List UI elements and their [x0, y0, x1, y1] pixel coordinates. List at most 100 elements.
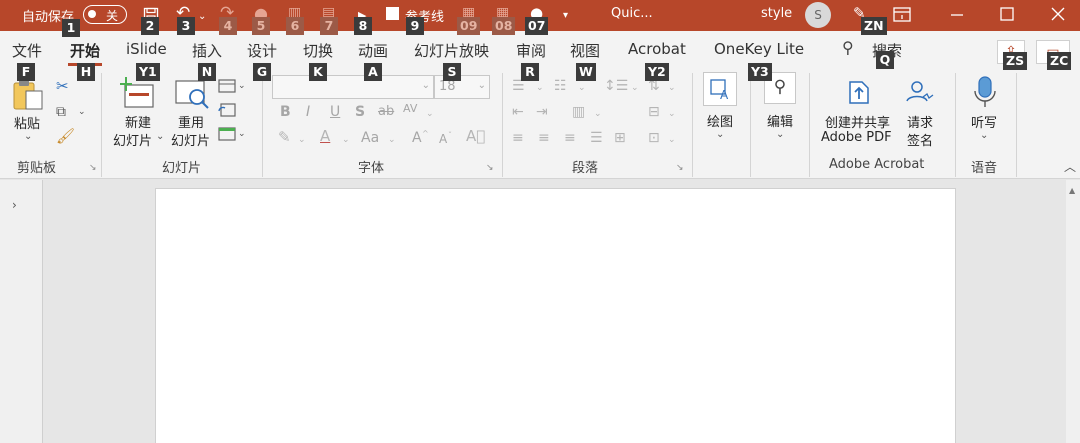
ribbon-display-icon[interactable]	[893, 7, 911, 25]
section-dropdown-icon[interactable]: ⌄	[238, 127, 246, 141]
decrease-indent-icon[interactable]: ⇤	[512, 105, 524, 119]
paragraph-launcher-icon[interactable]: ↘	[676, 163, 684, 173]
user-avatar[interactable]: S	[805, 2, 831, 28]
tab-slideshow[interactable]: 幻灯片放映	[414, 40, 489, 61]
copy-icon[interactable]: ⧉	[56, 105, 66, 119]
shrink-font-button[interactable]: A	[439, 132, 447, 146]
align-text-icon[interactable]: ⊟	[648, 105, 660, 119]
reuse-slide-label-2[interactable]: 幻灯片	[171, 130, 210, 149]
align-right-icon[interactable]: ≡	[564, 131, 576, 145]
microphone-icon[interactable]	[972, 75, 998, 112]
text-direction-dropdown-icon[interactable]: ⌄	[668, 81, 676, 95]
highlight-dropdown-icon[interactable]: ⌄	[298, 133, 306, 147]
maximize-icon[interactable]	[1000, 7, 1014, 24]
reuse-slides-icon[interactable]	[175, 77, 211, 112]
strikethrough-button[interactable]: ab	[378, 104, 394, 119]
section-icon[interactable]	[218, 127, 236, 144]
document-title[interactable]: Quic...	[611, 6, 653, 21]
new-slide-label-1[interactable]: 新建	[125, 112, 151, 131]
create-share-label-2[interactable]: Adobe PDF	[821, 130, 892, 145]
smartart-dropdown-icon[interactable]: ⌄	[668, 133, 676, 147]
search-icon[interactable]: ⚲	[842, 40, 854, 56]
smartart-icon[interactable]: ⊡	[648, 131, 660, 145]
format-painter-icon[interactable]: 🖌	[56, 129, 75, 144]
tab-file[interactable]: 文件	[12, 40, 42, 61]
scroll-up-icon[interactable]: ▲	[1069, 184, 1075, 198]
increase-indent-icon[interactable]: ⇥	[536, 105, 548, 119]
copy-dropdown-icon[interactable]: ⌄	[78, 105, 86, 119]
line-spacing-dropdown-icon[interactable]: ⌄	[631, 81, 639, 95]
close-icon[interactable]	[1051, 7, 1065, 24]
change-case-button[interactable]: Aa	[361, 130, 379, 146]
customize-toolbar-icon[interactable]: ▾	[563, 8, 568, 23]
underline-button[interactable]: U	[330, 104, 340, 120]
font-name-select[interactable]: ⌄	[272, 75, 434, 99]
layout-icon[interactable]	[218, 79, 236, 96]
align-left-icon[interactable]: ≡	[512, 131, 524, 145]
minimize-icon[interactable]	[950, 8, 964, 25]
columns-dropdown-icon[interactable]: ⌄	[594, 107, 602, 121]
tab-design[interactable]: 设计	[247, 40, 277, 61]
dictate-dropdown-icon[interactable]: ⌄	[980, 130, 988, 141]
new-slide-dropdown-icon[interactable]: ⌄	[156, 131, 164, 142]
drawing-dropdown-icon[interactable]: ⌄	[716, 129, 724, 140]
autosave-toggle[interactable]: 关	[83, 5, 127, 24]
font-color-icon[interactable]: A	[320, 129, 330, 144]
bullets-icon[interactable]: ☰	[512, 79, 525, 93]
numbering-dropdown-icon[interactable]: ⌄	[578, 81, 586, 95]
create-share-label-1[interactable]: 创建并共享	[825, 112, 890, 131]
font-color-dropdown-icon[interactable]: ⌄	[342, 133, 350, 147]
new-slide-icon[interactable]	[120, 77, 156, 112]
tab-home[interactable]: 开始	[70, 40, 100, 61]
vertical-scrollbar[interactable]: ▲	[1066, 180, 1080, 443]
tab-insert[interactable]: 插入	[192, 40, 222, 61]
highlight-icon[interactable]: ✎	[278, 130, 291, 145]
text-direction-icon[interactable]: ⇅	[648, 79, 660, 93]
slide-canvas[interactable]	[155, 188, 956, 443]
expand-thumbnails-icon[interactable]: ›	[12, 198, 17, 212]
grow-font-button[interactable]: A	[412, 130, 422, 146]
justify-icon[interactable]: ☰	[590, 131, 603, 145]
align-center-icon[interactable]: ≡	[538, 131, 550, 145]
editing-label[interactable]: 编辑	[767, 111, 793, 130]
align-text-dropdown-icon[interactable]: ⌄	[668, 107, 676, 121]
tab-onekey[interactable]: OneKey Lite	[714, 40, 804, 58]
tab-acrobat[interactable]: Acrobat	[628, 40, 686, 58]
columns-icon[interactable]: ▥	[572, 105, 585, 119]
tab-review[interactable]: 审阅	[516, 40, 546, 61]
font-launcher-icon[interactable]: ↘	[486, 163, 494, 173]
layout-dropdown-icon[interactable]: ⌄	[238, 79, 246, 93]
gridlines-checkbox[interactable]	[386, 7, 399, 20]
request-sign-label-2[interactable]: 签名	[907, 130, 933, 149]
clear-formatting-icon[interactable]: A⃠	[466, 129, 485, 144]
collapse-ribbon-icon[interactable]: ︿	[1064, 160, 1076, 174]
undo-dropdown-icon[interactable]: ⌄	[198, 9, 206, 24]
drawing-icon[interactable]: A	[703, 72, 737, 106]
create-pdf-icon[interactable]	[847, 79, 871, 108]
request-sign-label-1[interactable]: 请求	[907, 112, 933, 131]
bold-button[interactable]: B	[280, 104, 291, 120]
editing-dropdown-icon[interactable]: ⌄	[776, 129, 784, 140]
new-slide-label-2[interactable]: 幻灯片	[113, 130, 152, 149]
char-spacing-dropdown-icon[interactable]: ⌄	[426, 107, 434, 121]
reuse-slide-label-1[interactable]: 重用	[178, 112, 204, 131]
paste-label[interactable]: 粘贴	[14, 113, 40, 132]
numbering-icon[interactable]: ☷	[554, 79, 567, 93]
change-case-dropdown-icon[interactable]: ⌄	[388, 133, 396, 147]
shadow-button[interactable]: S	[355, 104, 365, 120]
tab-islide[interactable]: iSlide	[126, 40, 167, 58]
tab-view[interactable]: 视图	[570, 40, 600, 61]
drawing-label[interactable]: 绘图	[707, 111, 733, 130]
tab-transitions[interactable]: 切换	[303, 40, 333, 61]
bullets-dropdown-icon[interactable]: ⌄	[536, 81, 544, 95]
clipboard-launcher-icon[interactable]: ↘	[89, 163, 97, 173]
italic-button[interactable]: I	[306, 104, 310, 120]
tab-animations[interactable]: 动画	[358, 40, 388, 61]
char-spacing-button[interactable]: AV	[403, 102, 417, 115]
reset-icon[interactable]	[218, 103, 236, 120]
cut-icon[interactable]: ✂	[56, 79, 69, 94]
paste-icon[interactable]	[12, 79, 46, 114]
request-signature-icon[interactable]	[905, 79, 937, 108]
distributed-icon[interactable]: ⊞	[614, 131, 626, 145]
dictate-label[interactable]: 听写	[971, 112, 997, 131]
